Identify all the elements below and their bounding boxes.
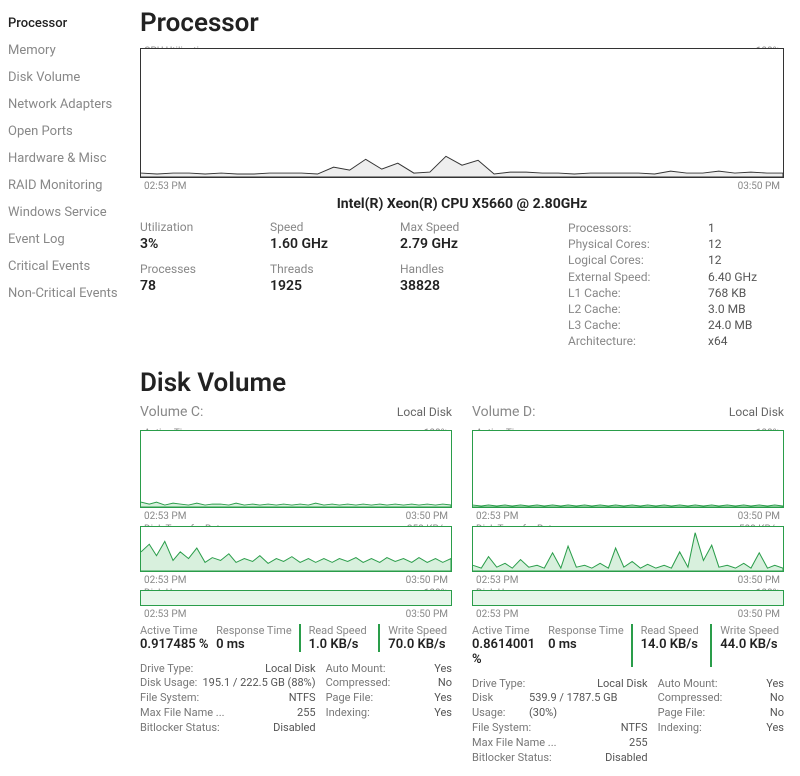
sidebar-item-windows-service[interactable]: Windows Service: [8, 199, 140, 226]
sidebar-item-disk-volume[interactable]: Disk Volume: [8, 64, 140, 91]
volume-c: Volume C: Local Disk Active Time 100% 02…: [140, 404, 452, 766]
volume-d-write-speed: Write Speed 44.0 KB/s: [710, 624, 784, 667]
stat-threads: Threads 1925: [270, 262, 400, 294]
sidebar-item-memory[interactable]: Memory: [8, 37, 140, 64]
section-title-processor: Processor: [140, 8, 784, 38]
sidebar-item-network-adapters[interactable]: Network Adapters: [8, 91, 140, 118]
volume-d-active-time-chart: Active Time 100% 02:53 PM 03:50 PM: [472, 430, 784, 508]
sidebar-item-open-ports[interactable]: Open Ports: [8, 118, 140, 145]
volume-c-usage-chart: Disk Usage 100% 02:53 PM 03:50 PM: [140, 590, 452, 606]
volume-d-type: Local Disk: [729, 405, 784, 419]
volume-d: Volume D: Local Disk Active Time 100% 02…: [472, 404, 784, 766]
sidebar-item-non-critical-events[interactable]: Non-Critical Events: [8, 280, 140, 307]
sidebar-item-processor[interactable]: Processor: [8, 10, 140, 37]
stat-speed: Speed 1.60 GHz: [270, 220, 400, 252]
stat-max-speed: Max Speed 2.79 GHz: [400, 220, 530, 252]
volume-d-name: Volume D:: [472, 404, 535, 420]
volume-c-active-time: Active Time 0.917485 %: [140, 624, 210, 652]
sidebar-item-event-log[interactable]: Event Log: [8, 226, 140, 253]
volume-c-name: Volume C:: [140, 404, 203, 420]
volume-d-details: Drive Type:Local Disk Disk Usage:539.9 /…: [472, 677, 784, 766]
cpu-utilization-chart: CPU Utilization 100% 02:53 PM 03:50 PM: [140, 48, 784, 178]
volume-c-details: Drive Type:Local Disk Disk Usage:195.1 /…: [140, 662, 452, 736]
volume-c-transfer-chart: Disk Transfer Rate 250 KB/s 02:53 PM 03:…: [140, 526, 452, 572]
section-title-disk-volume: Disk Volume: [140, 368, 784, 398]
volume-d-active-time: Active Time 0.8614001 %: [472, 624, 542, 667]
stat-handles: Handles 38828: [400, 262, 530, 294]
sidebar-item-raid-monitoring[interactable]: RAID Monitoring: [8, 172, 140, 199]
volume-c-read-speed: Read Speed 1.0 KB/s: [299, 624, 373, 652]
volume-d-read-speed: Read Speed 14.0 KB/s: [631, 624, 705, 667]
cpu-name: Intel(R) Xeon(R) CPU X5660 @ 2.80GHz: [140, 196, 784, 212]
cpu-chart-time-start: 02:53 PM: [144, 181, 186, 192]
sidebar: Processor Memory Disk Volume Network Ada…: [0, 0, 140, 776]
stat-utilization: Utilization 3%: [140, 220, 270, 252]
sidebar-item-critical-events[interactable]: Critical Events: [8, 253, 140, 280]
volume-d-usage-chart: Disk Usage 100% 02:53 PM 03:50 PM: [472, 590, 784, 606]
main-content: Processor CPU Utilization 100% 02:53 PM …: [140, 0, 800, 776]
volume-d-response-time: Response Time 0 ms: [548, 624, 624, 667]
volume-c-write-speed: Write Speed 70.0 KB/s: [378, 624, 452, 652]
volume-c-active-time-chart: Active Time 100% 02:53 PM 03:50 PM: [140, 430, 452, 508]
volume-d-transfer-chart: Disk Transfer Rate 500 KB/s 02:53 PM 03:…: [472, 526, 784, 572]
cpu-chart-time-end: 03:50 PM: [738, 181, 780, 192]
volume-c-type: Local Disk: [397, 405, 452, 419]
sidebar-item-hardware-misc[interactable]: Hardware & Misc: [8, 145, 140, 172]
volume-c-response-time: Response Time 0 ms: [216, 624, 292, 652]
stat-processes: Processes 78: [140, 262, 270, 294]
cpu-info-table: Processors:1 Physical Cores:12 Logical C…: [568, 220, 784, 350]
